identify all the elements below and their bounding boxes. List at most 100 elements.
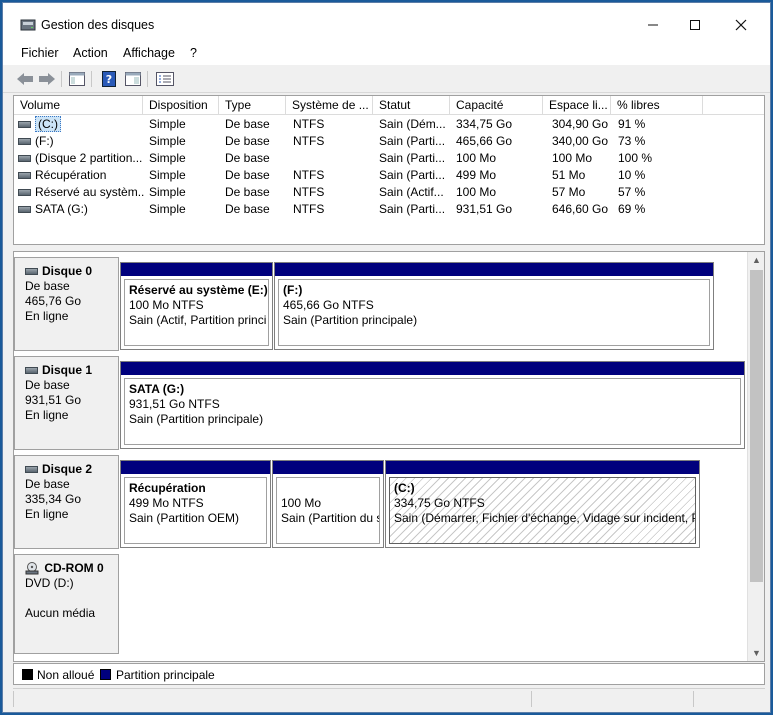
- disk-0-size: 465,76 Go: [25, 294, 82, 308]
- menu-action[interactable]: Action: [73, 46, 108, 60]
- disk-map-pane: Disque 0 De base 465,76 Go En ligne Rése…: [13, 251, 765, 662]
- disk-management-app-icon: [20, 19, 36, 31]
- title-bar[interactable]: Gestion des disques: [3, 3, 770, 41]
- volume-cell-espace: 51 Mo: [552, 168, 586, 182]
- volume-list: Volume Disposition Type Système de ... S…: [13, 95, 765, 245]
- volume-cell-libres: 10 %: [618, 168, 646, 182]
- column-header-pct-libres[interactable]: % libres: [611, 96, 703, 115]
- close-icon: [735, 19, 747, 31]
- legend-partition-principale: Partition principale: [116, 668, 215, 682]
- volume-cell-fs: NTFS: [293, 202, 325, 216]
- disk-1-name: Disque 1: [42, 363, 93, 377]
- volume-cell-fs: NTFS: [293, 117, 325, 131]
- volume-cell-volume: (F:): [18, 133, 144, 150]
- partition-sata-g[interactable]: SATA (G:) 931,51 Go NTFS Sain (Partition…: [120, 361, 745, 449]
- back-button[interactable]: [15, 70, 35, 88]
- legend-swatch-non-alloue: [22, 669, 33, 680]
- volume-cell-type: De base: [225, 151, 270, 165]
- legend-swatch-partition-principale: [100, 669, 111, 680]
- cdrom-icon: [25, 562, 39, 575]
- disk-pane-scrollbar[interactable]: ▲ ▼: [747, 252, 764, 661]
- svg-text:?: ?: [106, 73, 112, 86]
- menu-fichier[interactable]: Fichier: [21, 46, 59, 60]
- volume-cell-type: De base: [225, 134, 270, 148]
- toolbar: ?: [3, 65, 770, 93]
- close-button[interactable]: [721, 11, 761, 39]
- disk-icon: [25, 466, 38, 474]
- partition-status: Sain (Partition OEM): [129, 511, 240, 525]
- volume-cell-volume: SATA (G:): [18, 201, 144, 218]
- partition-title: Récupération: [129, 481, 206, 495]
- volume-cell-capacite: 334,75 Go: [456, 117, 513, 131]
- scroll-thumb[interactable]: [750, 270, 763, 582]
- volume-cell-statut: Sain (Parti...: [379, 168, 446, 182]
- disk-0-label[interactable]: Disque 0 De base 465,76 Go En ligne: [14, 257, 119, 351]
- disk-icon: [25, 268, 38, 276]
- partition-status: Sain (Démarrer, Fichier d'échange, Vidag…: [394, 511, 696, 525]
- volume-cell-fs: [293, 150, 373, 167]
- console-view-button[interactable]: [123, 70, 143, 88]
- volume-cell-capacite: 100 Mo: [456, 185, 497, 199]
- minimize-icon: [648, 24, 658, 26]
- minimize-button[interactable]: [633, 11, 673, 39]
- volume-cell-capacite: 465,66 Go: [456, 134, 513, 148]
- partition-bar: [121, 362, 744, 375]
- disk-1-label[interactable]: Disque 1 De base 931,51 Go En ligne: [14, 356, 119, 450]
- partition-reserve-systeme[interactable]: Réservé au système (E:) 100 Mo NTFS Sain…: [120, 262, 273, 350]
- volume-cell-type: De base: [225, 117, 270, 131]
- cdrom-0-label[interactable]: CD-ROM 0 DVD (D:) Aucun média: [14, 554, 119, 654]
- properties-button[interactable]: [155, 70, 175, 88]
- maximize-button[interactable]: [675, 11, 715, 39]
- toolbar-separator: [147, 71, 148, 87]
- menu-affichage[interactable]: Affichage: [123, 46, 175, 60]
- partition-title: (C:): [394, 481, 415, 495]
- window-title: Gestion des disques: [41, 18, 155, 32]
- volume-cell-libres: 91 %: [618, 117, 646, 131]
- disk-1-type: De base: [25, 378, 70, 392]
- partition-status: Sain (Partition principale): [129, 412, 264, 426]
- help-button[interactable]: ?: [99, 70, 119, 88]
- scroll-up-arrow-icon[interactable]: ▲: [748, 252, 764, 268]
- partition-c[interactable]: (C:) 334,75 Go NTFS Sain (Démarrer, Fich…: [385, 460, 700, 548]
- volume-cell-disposition: Simple: [149, 202, 186, 216]
- disk-icon: [25, 367, 38, 375]
- back-arrow-icon: [17, 73, 33, 85]
- volume-cell-volume: (C:): [18, 116, 144, 133]
- partition-bar: [386, 461, 699, 474]
- volume-cell-statut: Sain (Dém...: [379, 117, 446, 131]
- column-header-filesystem[interactable]: Système de ...: [286, 96, 373, 115]
- disk-0-status: En ligne: [25, 309, 69, 323]
- menu-help[interactable]: ?: [190, 46, 197, 60]
- partition-f[interactable]: (F:) 465,66 Go NTFS Sain (Partition prin…: [274, 262, 714, 350]
- volume-cell-volume: Récupération: [18, 167, 144, 184]
- volume-cell-libres: 69 %: [618, 202, 646, 216]
- scroll-down-arrow-icon[interactable]: ▼: [748, 645, 764, 661]
- volume-cell-disposition: Simple: [149, 185, 186, 199]
- properties-icon: [156, 72, 174, 86]
- column-header-type[interactable]: Type: [219, 96, 286, 115]
- disk-2-size: 335,34 Go: [25, 492, 82, 506]
- help-icon: ?: [102, 71, 116, 87]
- partition-title: (F:): [283, 283, 303, 297]
- column-header-capacite[interactable]: Capacité: [450, 96, 543, 115]
- cdrom-0-type: DVD (D:): [25, 576, 74, 590]
- disk-2-label[interactable]: Disque 2 De base 335,34 Go En ligne: [14, 455, 119, 549]
- console-tree-button[interactable]: [67, 70, 87, 88]
- partition-size: 499 Mo NTFS: [129, 496, 204, 510]
- partition-size: 100 Mo NTFS: [129, 298, 204, 312]
- volume-cell-capacite: 100 Mo: [456, 151, 497, 165]
- column-header-espace-libre[interactable]: Espace li...: [543, 96, 611, 115]
- cdrom-0-status: Aucun média: [25, 606, 96, 620]
- volume-cell-statut: Sain (Parti...: [379, 151, 446, 165]
- partition-size: 465,66 Go NTFS: [283, 298, 374, 312]
- column-header-statut[interactable]: Statut: [373, 96, 450, 115]
- partition-disk2-system[interactable]: 100 Mo Sain (Partition du s: [272, 460, 384, 548]
- status-segment: [531, 691, 532, 707]
- volume-icon: [18, 189, 31, 197]
- forward-button[interactable]: [37, 70, 57, 88]
- volume-cell-disposition: Simple: [149, 151, 186, 165]
- column-header-volume[interactable]: Volume: [14, 96, 143, 115]
- partition-recuperation[interactable]: Récupération 499 Mo NTFS Sain (Partition…: [120, 460, 271, 548]
- column-header-disposition[interactable]: Disposition: [143, 96, 219, 115]
- volume-icon: [18, 206, 31, 214]
